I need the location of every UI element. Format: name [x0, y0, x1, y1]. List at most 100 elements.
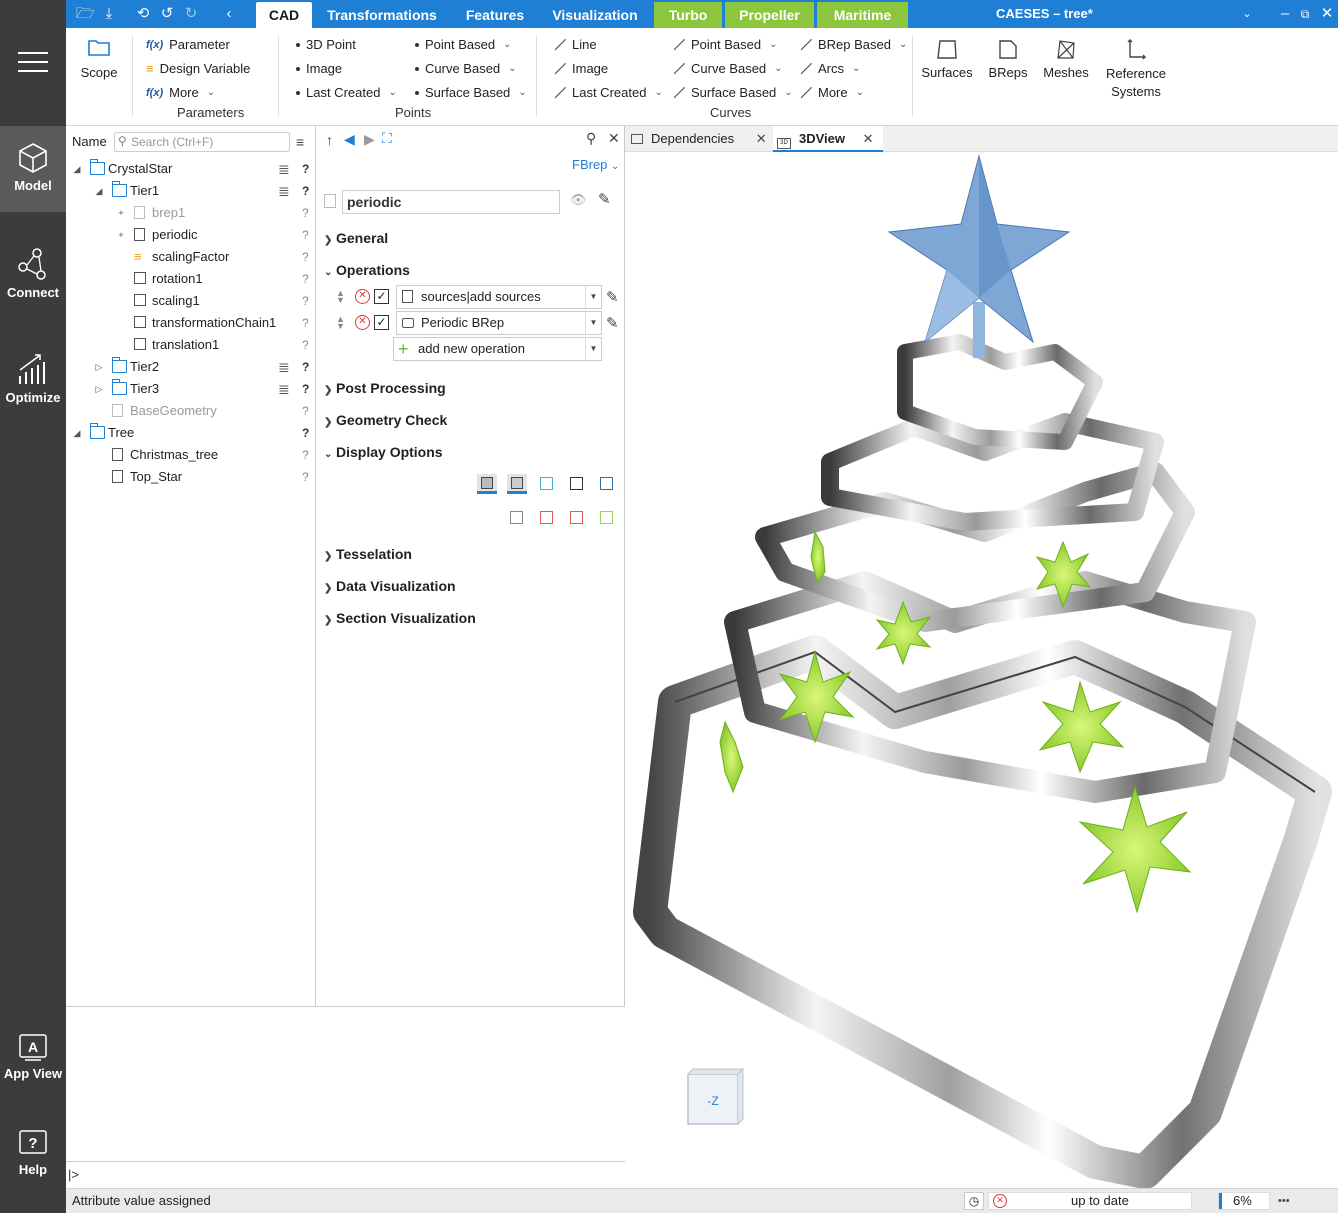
filter-settings-icon[interactable]: ≡: [296, 134, 304, 150]
section-display-options[interactable]: ⌄ Display Options: [324, 444, 443, 460]
tab-3dview[interactable]: 3D 3DView ✕: [773, 126, 883, 152]
operation-select-1[interactable]: sources|add sources ▼: [396, 285, 602, 309]
view-cube[interactable]: -Z: [687, 1067, 745, 1125]
operation-select-2[interactable]: Periodic BRep ▼: [396, 311, 602, 335]
point-surface-based-button[interactable]: Surface Based ⌄: [415, 85, 527, 100]
curve-surface-based-button[interactable]: Surface Based ⌄: [671, 85, 793, 100]
tree-row[interactable]: ◢ CrystalStar ≣?: [66, 158, 314, 180]
parameter-button[interactable]: f(x) Parameter: [146, 37, 230, 52]
tab-maritime[interactable]: Maritime: [817, 2, 908, 28]
point-last-created-button[interactable]: Last Created ⌄: [296, 85, 397, 100]
parameters-more-button[interactable]: f(x) More ⌄: [146, 85, 215, 100]
display-faces-icon[interactable]: [510, 511, 523, 524]
curve-image-button[interactable]: Image: [552, 61, 608, 76]
help-question-icon[interactable]: ?: [302, 268, 309, 290]
tab-cad[interactable]: CAD: [256, 2, 312, 28]
help-question-icon[interactable]: ?: [302, 180, 309, 202]
help-question-icon[interactable]: ?: [302, 422, 309, 444]
reorder-arrows-icon[interactable]: ▲ ▼: [336, 289, 345, 305]
tree-row[interactable]: + brep1?: [66, 202, 314, 224]
section-tesselation[interactable]: ❯ Tesselation: [324, 546, 412, 562]
tree-row[interactable]: ▷ Tier3 ≣?: [66, 378, 314, 400]
nav-help[interactable]: ? Help: [0, 1120, 66, 1206]
tree-row[interactable]: BaseGeometry?: [66, 400, 314, 422]
expand-arrow-icon[interactable]: ▷: [94, 356, 104, 378]
edit-pencil-icon[interactable]: ✎: [606, 288, 619, 306]
display-normals-icon[interactable]: [600, 477, 613, 490]
more-options-icon[interactable]: •••: [1278, 1189, 1290, 1213]
3d-scene[interactable]: -Z: [625, 152, 1338, 1188]
adjust-sliders-icon[interactable]: ≣: [278, 360, 294, 374]
tab-propeller[interactable]: Propeller: [725, 2, 814, 28]
reference-systems-button[interactable]: Reference Systems: [1100, 38, 1172, 101]
restore-icon[interactable]: ⧉: [1296, 5, 1314, 23]
breps-button[interactable]: BReps: [982, 38, 1034, 80]
type-selector[interactable]: FBrep ⌄: [572, 157, 619, 172]
back-arrow-icon[interactable]: ◀: [344, 131, 355, 148]
pin-icon[interactable]: ↑: [326, 132, 333, 148]
add-new-operation-select[interactable]: + add new operation ▼: [393, 337, 602, 361]
arcs-button[interactable]: Arcs ⌄: [798, 61, 860, 76]
surfaces-button[interactable]: Surfaces: [918, 38, 976, 80]
expand-arrow-icon[interactable]: ◢: [94, 180, 104, 202]
help-question-icon[interactable]: ?: [302, 444, 309, 466]
save-icon[interactable]: ⤓: [100, 5, 118, 23]
expand-arrow-icon[interactable]: ◢: [72, 158, 82, 180]
section-section-visualization[interactable]: ❯ Section Visualization: [324, 610, 476, 626]
help-question-icon[interactable]: ?: [302, 246, 309, 268]
undo-icon[interactable]: ↺: [158, 5, 176, 23]
nav-app-view[interactable]: A App View: [0, 1024, 66, 1110]
help-question-icon[interactable]: ?: [302, 224, 309, 246]
adjust-sliders-icon[interactable]: ≣: [278, 162, 294, 176]
help-question-icon[interactable]: ?: [302, 466, 309, 488]
forward-arrow-icon[interactable]: ▶: [364, 131, 375, 148]
hamburger-menu-button[interactable]: [0, 20, 66, 106]
display-green-faces-icon[interactable]: [600, 511, 613, 524]
nav-optimize[interactable]: Optimize: [0, 336, 66, 422]
section-data-visualization[interactable]: ❯ Data Visualization: [324, 578, 456, 594]
tree-row[interactable]: transformationChain1?: [66, 312, 314, 334]
tree-row[interactable]: ◢ Tree?: [66, 422, 314, 444]
redo-icon[interactable]: ↻: [182, 5, 200, 23]
expand-arrow-icon[interactable]: ▷: [94, 378, 104, 400]
history-clock-icon[interactable]: ◷: [964, 1192, 984, 1210]
tab-features[interactable]: Features: [456, 2, 534, 28]
display-red-faces-icon[interactable]: [570, 511, 583, 524]
display-red-edges-icon[interactable]: [540, 511, 553, 524]
curve-point-based-button[interactable]: Point Based ⌄: [671, 37, 778, 52]
tab-visualization[interactable]: Visualization: [544, 2, 646, 28]
curves-more-button[interactable]: More ⌄: [798, 85, 864, 100]
close-icon[interactable]: ✕: [1318, 5, 1336, 23]
tree-row[interactable]: scaling1?: [66, 290, 314, 312]
line-button[interactable]: Line: [552, 37, 597, 52]
tree-row[interactable]: Christmas_tree?: [66, 444, 314, 466]
history-icon[interactable]: ⟲: [134, 5, 152, 23]
chevron-left-icon[interactable]: ‹: [220, 5, 238, 23]
tree-row[interactable]: ◢ Tier1 ≣?: [66, 180, 314, 202]
tab-turbo[interactable]: Turbo: [654, 2, 722, 28]
scope-button[interactable]: Scope: [76, 38, 122, 80]
reorder-arrows-icon[interactable]: ▲ ▼: [336, 315, 345, 331]
adjust-sliders-icon[interactable]: ≣: [278, 184, 294, 198]
point-3d-button[interactable]: 3D Point: [296, 37, 356, 52]
enable-operation-checkbox[interactable]: ✓: [374, 289, 389, 304]
adjust-sliders-icon[interactable]: ≣: [278, 382, 294, 396]
tree-row[interactable]: ≡ scalingFactor?: [66, 246, 314, 268]
expand-arrow-icon[interactable]: ◢: [72, 422, 82, 444]
edit-pencil-icon[interactable]: ✎: [606, 314, 619, 332]
tree-row[interactable]: ▷ Tier2 ≣?: [66, 356, 314, 378]
nav-model[interactable]: Model: [0, 126, 66, 212]
console-input[interactable]: [82, 1163, 622, 1187]
help-question-icon[interactable]: ?: [302, 290, 309, 312]
meshes-button[interactable]: Meshes: [1038, 38, 1094, 80]
curve-curve-based-button[interactable]: Curve Based ⌄: [671, 61, 783, 76]
tree-row[interactable]: translation1?: [66, 334, 314, 356]
tab-dependencies[interactable]: Dependencies ✕: [631, 126, 767, 152]
section-operations[interactable]: ⌄ Operations: [324, 262, 410, 278]
help-question-icon[interactable]: ?: [302, 378, 309, 400]
section-general[interactable]: ❯ General: [324, 230, 388, 246]
close-icon[interactable]: ✕: [608, 130, 620, 147]
section-geometry-check[interactable]: ❯ Geometry Check: [324, 412, 447, 428]
tree-row[interactable]: rotation1?: [66, 268, 314, 290]
minimize-icon[interactable]: –: [1276, 5, 1294, 23]
